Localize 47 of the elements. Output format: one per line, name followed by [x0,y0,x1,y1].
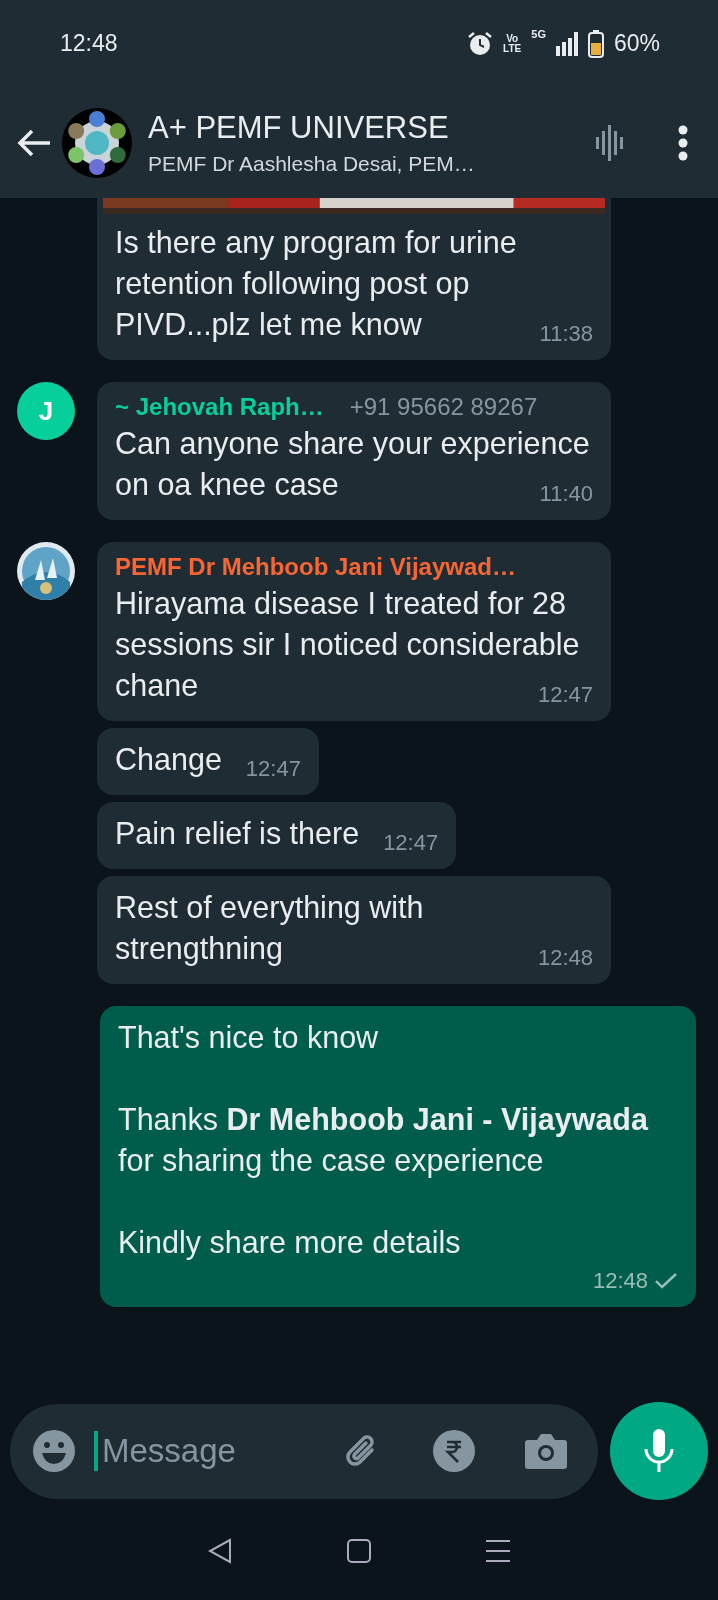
battery-percent: 60% [613,30,660,57]
incoming-message[interactable]: ~ Jehovah Raph… +91 95662 89267 Can anyone share your experience on oa knee case 11:40 [97,382,611,520]
chat-members: PEMF Dr Aashlesha Desai, PEM… [148,151,476,176]
volte-label: Vo LTE [503,33,522,54]
incoming-message[interactable]: Rest of everything with strengthning 12:48 [97,876,611,984]
emoji-icon[interactable] [32,1429,76,1473]
text-cursor [94,1431,98,1471]
message-text: Hirayama disease I treated for 28 sessions sir I noticed considerable chane 12:47 [115,585,593,706]
incoming-message[interactable]: Is there any program for urine retention following post op PIVD...plz let me know 11:38 [97,198,611,360]
message-input[interactable]: Message [100,1431,324,1471]
back-nav-icon[interactable] [206,1538,233,1564]
sender-name[interactable]: PEMF Dr Mehboob Jani Vijaywad… [115,553,516,581]
incoming-message[interactable]: PEMF Dr Mehboob Jani Vijaywad… Hirayama disease I treated for 28 sessions sir I noticed considerable chane 12:47 [97,542,611,721]
chat-title[interactable]: A+ PEMF UNIVERSE [148,109,592,146]
outgoing-message[interactable]: That's nice to know Thanks Dr Mehboob Jani - Vijaywada for sharing the case experience Kindly share more details 12:48 [100,1006,696,1307]
more-options-icon[interactable] [678,124,688,161]
rupee-icon[interactable] [432,1429,476,1473]
alarm-icon [467,30,494,57]
sender-phone: +91 95662 89267 [349,393,538,421]
recents-nav-icon[interactable] [485,1538,512,1564]
message-text: Can anyone share your experience on oa knee case 11:40 [115,425,593,505]
message-text: Kindly share more details [118,1224,462,1262]
message-time: 12:47 [245,755,301,783]
message-time: 12:47 [383,829,439,857]
sender-name[interactable]: ~ Jehovah Raph… [115,393,324,421]
message-text: Change 12:47 [115,741,301,780]
message-text: Is there any program for urine retention following post op PIVD...plz let me know 11:38 [115,224,593,345]
message-time: 12:48 [537,944,593,972]
signal-icon [555,31,578,56]
message-time: 12:48 [592,1267,648,1295]
microphone-icon [643,1429,675,1473]
incoming-message[interactable]: Pain relief is there 12:47 [97,802,457,869]
message-time: 11:38 [539,320,593,348]
message-time: 12:47 [537,681,593,709]
home-nav-icon[interactable] [346,1538,372,1564]
message-text: That's nice to know [118,1019,380,1056]
camera-icon[interactable] [524,1432,568,1470]
network-label: 5G [531,28,546,40]
status-time: 12:48 [60,30,119,57]
message-time: 11:40 [539,480,593,508]
battery-icon [587,29,604,58]
message-text: Rest of everything with strengthning 12:48 [115,889,593,969]
group-avatar[interactable] [62,105,132,180]
back-arrow-icon[interactable] [16,127,52,158]
message-text: Pain relief is there 12:47 [115,815,439,854]
incoming-message[interactable]: Change 12:47 [97,728,319,795]
message-text: Thanks Dr Mehboob Jani - Vijaywada for sharing the case experience [118,1101,650,1180]
